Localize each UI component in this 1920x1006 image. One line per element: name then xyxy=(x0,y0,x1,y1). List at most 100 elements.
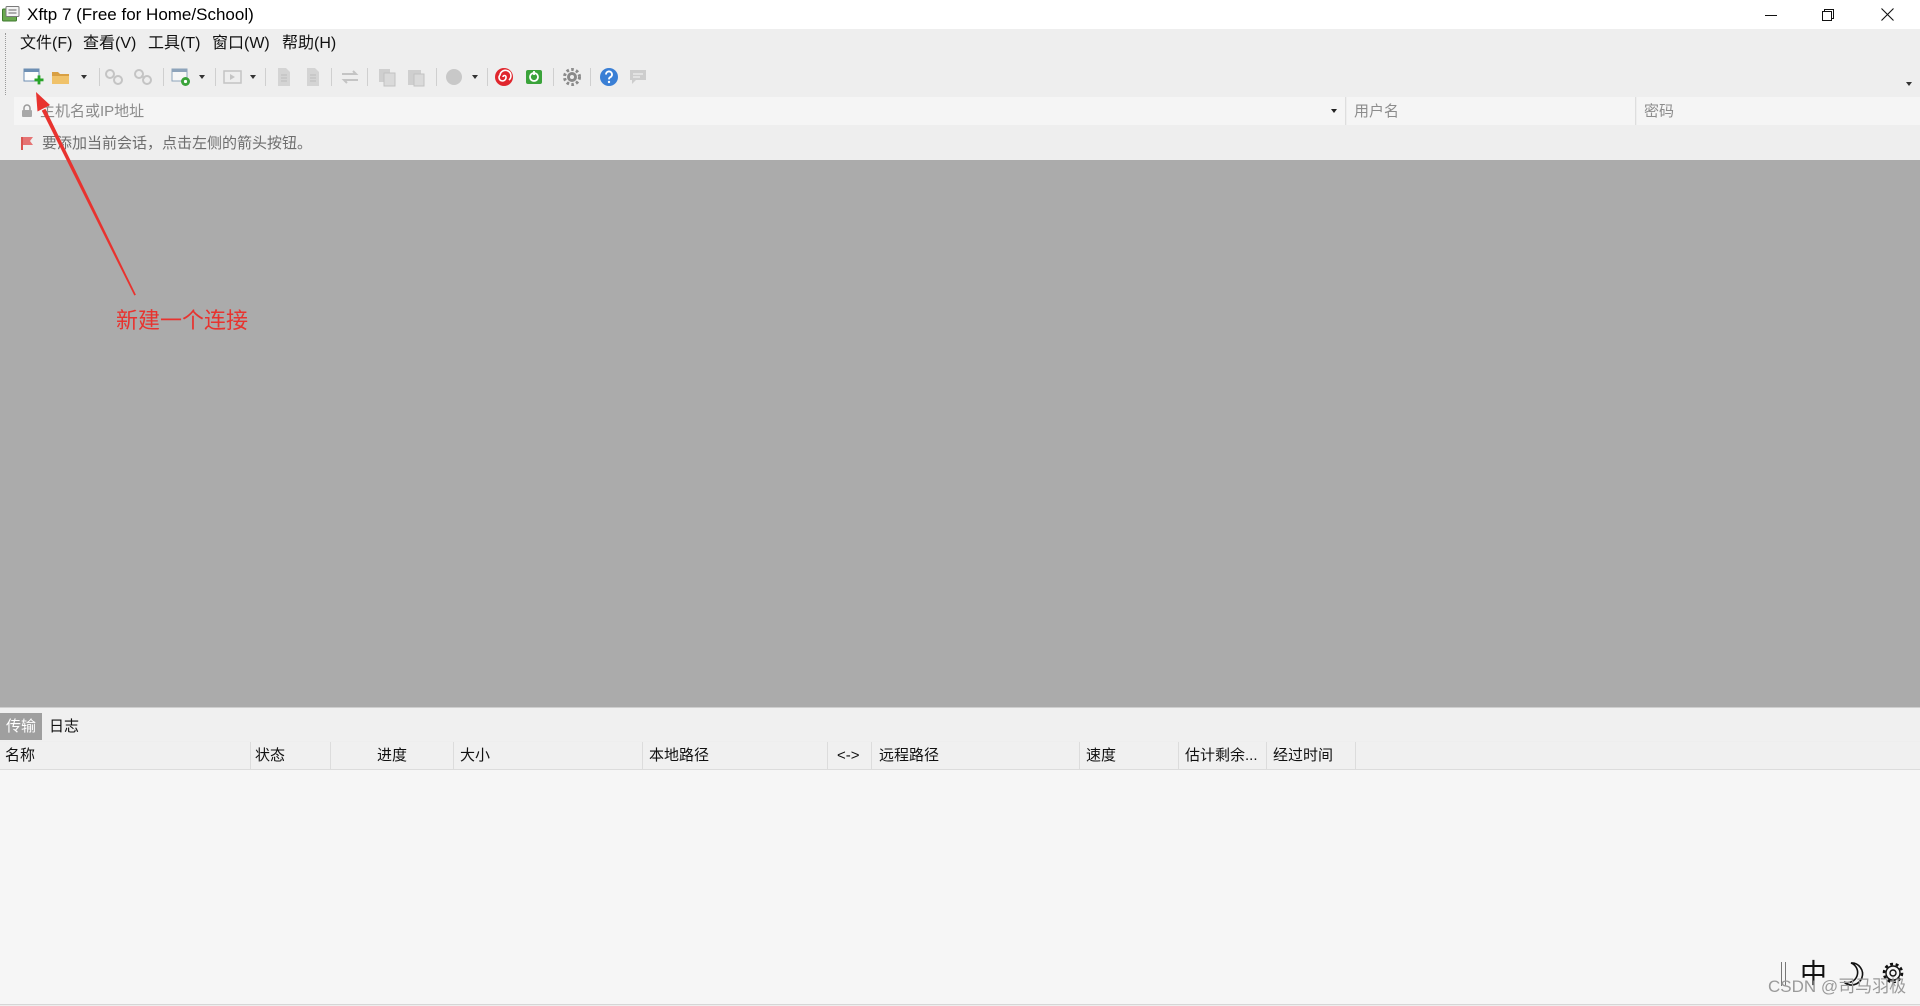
new-session-icon xyxy=(23,68,44,85)
session-workspace xyxy=(0,160,1920,707)
app-icon xyxy=(2,6,20,22)
open-button[interactable] xyxy=(50,66,72,88)
toolbar-separator xyxy=(436,68,437,86)
toolbar-separator xyxy=(331,68,332,86)
new-window-icon xyxy=(171,68,190,86)
restore-button[interactable] xyxy=(1799,0,1857,29)
menu-bar: 文件(F) 查看(V) 工具(T) 窗口(W) 帮助(H) xyxy=(0,29,1920,58)
title-bar: Xftp 7 (Free for Home/School) xyxy=(0,0,1920,29)
address-bar xyxy=(0,96,1920,127)
close-icon xyxy=(1880,8,1894,21)
toolbar-separator xyxy=(215,68,216,86)
open-folder-icon xyxy=(52,72,69,84)
column-progress[interactable]: 进度 xyxy=(331,742,454,769)
column-status[interactable]: 状态 xyxy=(251,742,331,769)
menu-tools[interactable]: 工具(T) xyxy=(148,34,200,54)
host-history-dropdown-icon[interactable] xyxy=(1331,109,1337,113)
toolbar-separator xyxy=(553,68,554,86)
menu-view[interactable]: 查看(V) xyxy=(83,34,136,54)
toolbar-separator xyxy=(487,68,488,86)
username-input[interactable] xyxy=(1354,97,1629,125)
feedback-button[interactable] xyxy=(627,66,649,88)
document-button[interactable] xyxy=(273,66,295,88)
chat-icon xyxy=(630,70,646,84)
column-remote-path-label: 远程路径 xyxy=(879,747,940,764)
column-time-remaining[interactable]: 估计剩余... xyxy=(1179,742,1267,769)
toolbar-separator xyxy=(99,68,100,86)
watermark: CSDN @司马羽极 xyxy=(1768,977,1907,996)
document-icon xyxy=(278,68,290,86)
reconnect-button[interactable] xyxy=(132,66,154,88)
links-bar-hint: 要添加当前会话，点击左侧的箭头按钮。 xyxy=(42,135,313,152)
column-size[interactable]: 大小 xyxy=(454,742,643,769)
add-session-arrow-icon[interactable] xyxy=(21,136,35,151)
paste-icon xyxy=(408,70,425,87)
bottom-tab-bar: 传输 日志 xyxy=(0,708,1920,741)
restore-icon xyxy=(1822,8,1834,21)
xshell-icon xyxy=(495,68,513,86)
paste-button[interactable] xyxy=(405,66,427,88)
column-status-label: 状态 xyxy=(255,747,286,764)
column-speed[interactable]: 速度 xyxy=(1080,742,1179,769)
lock-icon xyxy=(21,104,33,118)
column-time-remaining-label: 估计剩余... xyxy=(1185,747,1258,764)
toolbar-separator xyxy=(590,68,591,86)
copy-icon xyxy=(379,69,396,87)
column-elapsed-time-label: 经过时间 xyxy=(1273,747,1334,764)
menu-window[interactable]: 窗口(W) xyxy=(212,34,270,54)
column-name-label: 名称 xyxy=(5,747,36,764)
xftp-icon xyxy=(526,70,542,84)
annotation-label: 新建一个连接 xyxy=(116,308,249,333)
transfer-button[interactable] xyxy=(339,66,361,88)
links-bar: 要添加当前会话，点击左侧的箭头按钮。 xyxy=(0,128,1920,160)
host-field xyxy=(14,97,1346,125)
open-dropdown-icon[interactable] xyxy=(81,75,87,79)
column-name[interactable]: 名称 xyxy=(0,742,251,769)
gear-icon xyxy=(563,68,581,86)
toolbar-separator xyxy=(265,68,266,86)
xftp-button[interactable] xyxy=(523,66,545,88)
toolbar-overflow-icon[interactable] xyxy=(1906,82,1912,86)
document-icon xyxy=(307,68,319,86)
column-elapsed-time[interactable]: 经过时间 xyxy=(1267,742,1356,769)
column-local-path[interactable]: 本地路径 xyxy=(643,742,828,769)
terminal-button[interactable] xyxy=(222,66,244,88)
tab-log[interactable]: 日志 xyxy=(49,713,79,740)
document-2-button[interactable] xyxy=(302,66,324,88)
host-input[interactable] xyxy=(40,97,1320,125)
window-title: Xftp 7 (Free for Home/School) xyxy=(27,5,254,24)
options-button[interactable] xyxy=(561,66,583,88)
column-remote-path[interactable]: 远程路径 xyxy=(872,742,1080,769)
password-input[interactable] xyxy=(1644,97,1914,125)
column-direction[interactable]: <-> xyxy=(828,742,872,769)
reconnect-icon xyxy=(134,69,152,85)
tab-transfer[interactable]: 传输 xyxy=(0,713,42,740)
new-window-dropdown-icon[interactable] xyxy=(199,75,205,79)
terminal-dropdown-icon[interactable] xyxy=(250,75,256,79)
column-size-label: 大小 xyxy=(460,747,491,764)
menu-file[interactable]: 文件(F) xyxy=(20,34,72,54)
toolbar-separator xyxy=(163,68,164,86)
globe-button[interactable] xyxy=(443,66,465,88)
disconnect-button[interactable] xyxy=(103,66,125,88)
close-button[interactable] xyxy=(1858,0,1916,29)
globe-dropdown-icon[interactable] xyxy=(472,75,478,79)
help-icon xyxy=(600,68,618,86)
menu-help[interactable]: 帮助(H) xyxy=(282,34,336,54)
transfer-column-header: 名称 状态 进度 大小 本地路径 <-> 远程路径 速度 估计剩余... 经过时… xyxy=(0,742,1920,770)
username-field xyxy=(1347,97,1636,125)
xshell-button[interactable] xyxy=(493,66,515,88)
copy-button[interactable] xyxy=(376,66,398,88)
minimize-button[interactable] xyxy=(1742,0,1800,29)
help-button[interactable] xyxy=(598,66,620,88)
transfer-icon xyxy=(341,70,359,84)
new-window-button[interactable] xyxy=(170,66,192,88)
globe-icon xyxy=(446,69,462,85)
toolbar xyxy=(0,58,1920,95)
column-direction-label: <-> xyxy=(837,747,860,764)
transfer-list[interactable] xyxy=(0,770,1920,1005)
new-session-button[interactable] xyxy=(22,66,44,88)
minimize-icon xyxy=(1765,14,1777,16)
password-field xyxy=(1637,97,1920,125)
column-local-path-label: 本地路径 xyxy=(649,747,710,764)
